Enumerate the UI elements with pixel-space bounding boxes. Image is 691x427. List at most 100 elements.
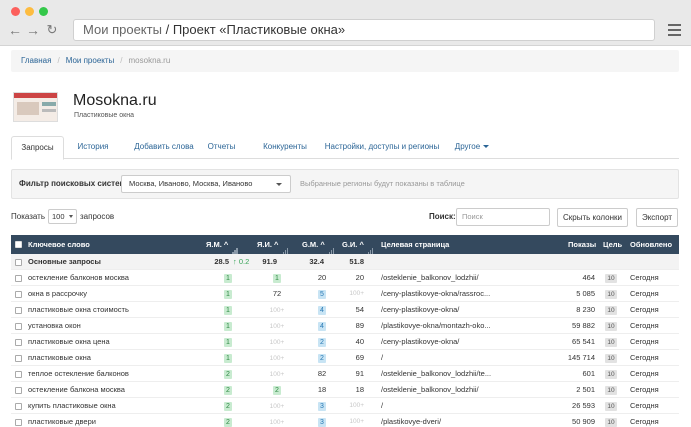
target-page-link[interactable]: /	[381, 398, 499, 414]
sort-bars-icon	[232, 236, 238, 255]
region-select[interactable]: Москва, Иваново, Москва, Иваново	[121, 175, 291, 193]
shows-cell: 26 593	[572, 401, 595, 410]
row-checkbox[interactable]	[15, 355, 22, 362]
page-size-select[interactable]: 100	[48, 209, 77, 224]
tab-settings[interactable]: Настройки, доступы и регионы	[320, 136, 444, 159]
minimize-window-button[interactable]	[25, 7, 34, 16]
table-row[interactable]: остекление балкона москва 2 2 18 18/osteklen…	[11, 382, 679, 398]
row-checkbox[interactable]	[15, 291, 22, 298]
page-size-label: Показать	[11, 212, 46, 221]
target-page-link[interactable]: /osteklenie_balkonov_lodzhii/	[381, 270, 499, 286]
yi-cell: 100+	[267, 366, 287, 383]
yi-cell-value: 100+	[269, 371, 285, 378]
yi-cell-value: 100+	[269, 355, 285, 362]
address-title: Проект «Пластиковые окна»	[172, 22, 346, 37]
gm-cell-value: 5	[318, 290, 326, 299]
reload-icon[interactable]: ↻	[45, 22, 59, 38]
row-checkbox[interactable]	[15, 307, 22, 314]
export-button[interactable]: Экспорт	[636, 208, 678, 227]
ym-cell-value: 2	[224, 386, 232, 395]
chevron-down-icon	[69, 215, 73, 218]
hide-columns-button[interactable]: Скрыть колонки	[557, 208, 628, 227]
maximize-window-button[interactable]	[39, 7, 48, 16]
tab-history[interactable]: История	[73, 136, 113, 159]
shows-cell: 59 882	[572, 321, 595, 330]
header-ym[interactable]: Я.М. ^	[206, 235, 238, 255]
header-target-page[interactable]: Целевая страница	[381, 235, 449, 254]
tab-reports[interactable]: Отчеты	[204, 136, 239, 159]
row-checkbox[interactable]	[15, 403, 22, 410]
header-gm[interactable]: G.M. ^	[302, 235, 335, 255]
header-yi[interactable]: Я.И. ^	[257, 235, 289, 255]
target-page-link[interactable]: /	[381, 350, 499, 366]
table-row[interactable]: остекление балконов москва 1 1 20 20/ostekle…	[11, 270, 679, 286]
header-shows[interactable]: Показы	[568, 235, 596, 254]
header-updated[interactable]: Обновлено	[630, 235, 672, 254]
target-page-link[interactable]: /plastikovye-okna/montazh-oko...	[381, 318, 499, 334]
breadcrumb-current: mosokna.ru	[128, 56, 171, 65]
row-checkbox[interactable]	[15, 387, 22, 394]
updated-cell: Сегодня	[630, 305, 659, 314]
keyword-cell: теплое остекление балконов	[28, 369, 129, 378]
table-row[interactable]: установка окон 1 100+ 4 89/plastikovye-okna/…	[11, 318, 679, 334]
back-arrow-icon[interactable]: ←	[8, 22, 22, 38]
table-row[interactable]: окна в рассрочку 1 72 5 100+ /ceny-plastikovy…	[11, 286, 679, 302]
row-checkbox[interactable]	[15, 323, 22, 330]
gi-cell: 100+	[349, 418, 364, 425]
breadcrumb-projects[interactable]: Мои проекты	[66, 56, 115, 65]
tab-add-words[interactable]: Добавить слова	[124, 136, 204, 159]
goal-cell: 10	[603, 334, 619, 350]
table-row[interactable]: пластиковые окна стоимость 1 100+ 4 54/ceny-…	[11, 302, 679, 318]
header-gm-label: G.M.	[302, 240, 319, 249]
row-checkbox[interactable]	[15, 275, 22, 282]
table-body: остекление балконов москва 1 1 20 20/ostekle…	[11, 270, 679, 427]
tab-competitors[interactable]: Конкуренты	[252, 136, 318, 159]
gm-cell: 2	[312, 350, 332, 366]
header-keyword[interactable]: Ключевое слово	[28, 235, 90, 254]
yi-cell: 72	[267, 286, 287, 302]
table-row[interactable]: пластиковые окна цена 1 100+ 2 40/ceny-plast…	[11, 334, 679, 350]
tab-queries[interactable]: Запросы	[11, 136, 64, 160]
search-input[interactable]: Поиск	[456, 208, 550, 226]
group-checkbox[interactable]	[15, 259, 22, 266]
keyword-cell: пластиковые окна	[28, 353, 91, 362]
row-checkbox[interactable]	[15, 371, 22, 378]
row-checkbox[interactable]	[15, 339, 22, 346]
ym-cell-value: 2	[224, 418, 232, 427]
table-row[interactable]: теплое остекление балконов 2 100+ 82 91/oste…	[11, 366, 679, 382]
project-title: Mosokna.ru	[73, 92, 157, 109]
ym-cell: 2	[217, 398, 239, 414]
address-bar[interactable]: Мои проекты / Проект «Пластиковые окна»	[73, 19, 655, 41]
yi-cell-value: 100+	[269, 339, 285, 346]
gm-cell-value: 3	[318, 418, 326, 427]
target-page-link[interactable]: /osteklenie_balkonov_lodzhii/	[381, 382, 499, 398]
goal-cell: 10	[603, 382, 619, 398]
target-page-link[interactable]: /ceny-plastikovye-okna/rassroc...	[381, 286, 499, 302]
header-gi[interactable]: G.И. ^	[342, 235, 374, 255]
gm-cell-value: 4	[318, 306, 326, 315]
target-page-link[interactable]: /ceny-plastikovye-okna/	[381, 334, 499, 350]
tab-other[interactable]: Другое	[449, 136, 495, 159]
table-row[interactable]: пластиковые двери 2 100+ 3 100+ /plastikovye-…	[11, 414, 679, 427]
target-page-link[interactable]: /osteklenie_balkonov_lodzhii/te...	[381, 366, 499, 382]
gi-cell: 20	[355, 273, 364, 282]
target-page-link[interactable]: /plastikovye-dveri/	[381, 414, 499, 427]
forward-arrow-icon[interactable]: →	[26, 22, 40, 38]
header-ym-label: Я.М.	[206, 240, 222, 249]
hamburger-menu-icon[interactable]	[668, 24, 681, 36]
header-goal[interactable]: Цель	[603, 235, 622, 254]
select-all-checkbox[interactable]	[15, 241, 22, 248]
goal-cell: 10	[603, 366, 619, 382]
breadcrumb-home[interactable]: Главная	[21, 56, 51, 65]
table-row[interactable]: купить пластиковые окна 2 100+ 3 100+ / 26 593…	[11, 398, 679, 414]
yi-cell-value: 1	[273, 274, 281, 283]
page-size-value: 100	[52, 212, 65, 221]
target-page-link[interactable]: /ceny-plastikovye-okna/	[381, 302, 499, 318]
gi-cell: 91	[355, 369, 364, 378]
keyword-cell: установка окон	[28, 321, 81, 330]
goal-cell: 10	[603, 398, 619, 414]
row-checkbox[interactable]	[15, 419, 22, 426]
table-row[interactable]: пластиковые окна 1 100+ 2 69 / 145 714 10 Сегодн…	[11, 350, 679, 366]
close-window-button[interactable]	[11, 7, 20, 16]
goal-cell: 10	[603, 318, 619, 334]
